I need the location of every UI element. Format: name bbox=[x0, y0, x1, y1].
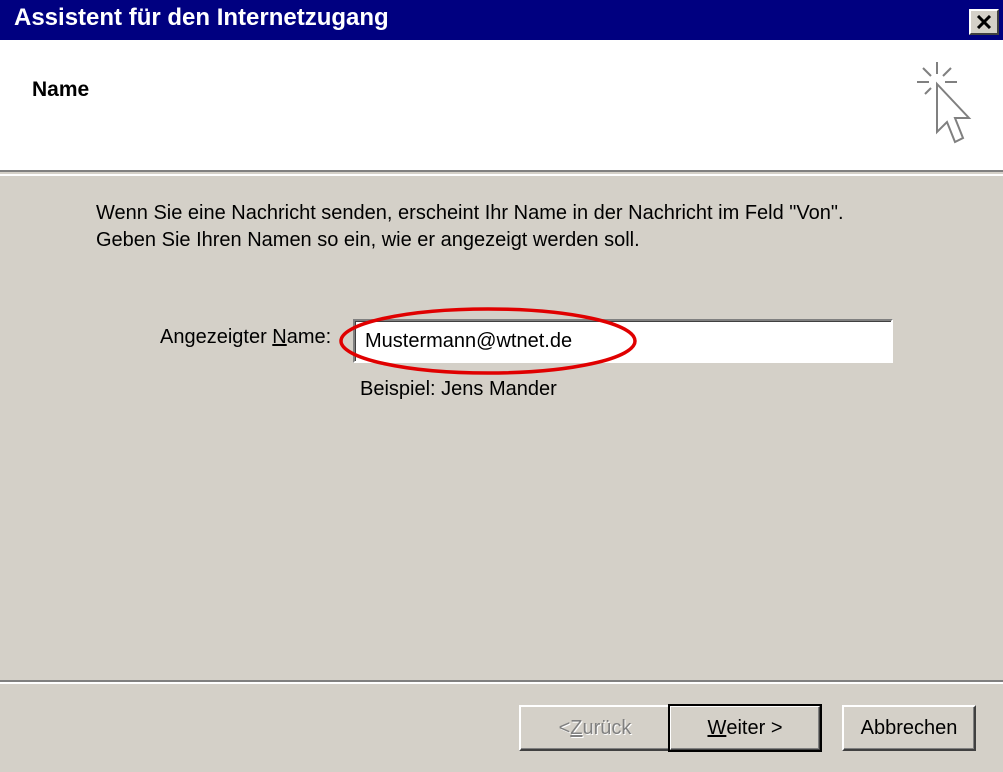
wizard-header: Name bbox=[0, 40, 1003, 172]
display-name-label: Angezeigter Name: bbox=[160, 326, 331, 349]
close-icon bbox=[976, 15, 992, 29]
window-title: Assistent für den Internetzugang bbox=[14, 4, 389, 31]
next-button[interactable]: Weiter > bbox=[668, 704, 822, 752]
back-label-accel: Z bbox=[570, 716, 583, 739]
description-line-2: Geben Sie Ihren Namen so ein, wie er ang… bbox=[96, 229, 640, 251]
title-bar[interactable]: Assistent für den Internetzugang bbox=[0, 0, 1003, 40]
back-label-prefix: < bbox=[558, 716, 571, 739]
wizard-window: Assistent für den Internetzugang Name We… bbox=[0, 0, 1003, 772]
cancel-button[interactable]: Abbrechen bbox=[842, 705, 976, 751]
header-divider bbox=[0, 174, 1003, 176]
footer-divider-highlight bbox=[0, 682, 1003, 684]
page-heading: Name bbox=[32, 78, 90, 101]
next-label-suffix: eiter > bbox=[726, 716, 783, 739]
example-text: Beispiel: Jens Mander bbox=[360, 378, 557, 400]
next-label-accel: W bbox=[707, 716, 727, 739]
close-button[interactable] bbox=[969, 9, 999, 35]
display-name-label-suffix: ame: bbox=[286, 326, 332, 348]
wizard-cursor-icon bbox=[917, 62, 972, 144]
back-label-suffix: urück bbox=[582, 716, 632, 739]
description-text: Wenn Sie eine Nachricht senden, erschein… bbox=[96, 200, 844, 254]
display-name-label-prefix: Angezeigter bbox=[160, 326, 273, 348]
back-button[interactable]: < Zurück bbox=[519, 705, 671, 751]
display-name-label-accel: N bbox=[272, 326, 287, 348]
display-name-input[interactable] bbox=[353, 319, 893, 363]
description-line-1: Wenn Sie eine Nachricht senden, erschein… bbox=[96, 202, 844, 224]
